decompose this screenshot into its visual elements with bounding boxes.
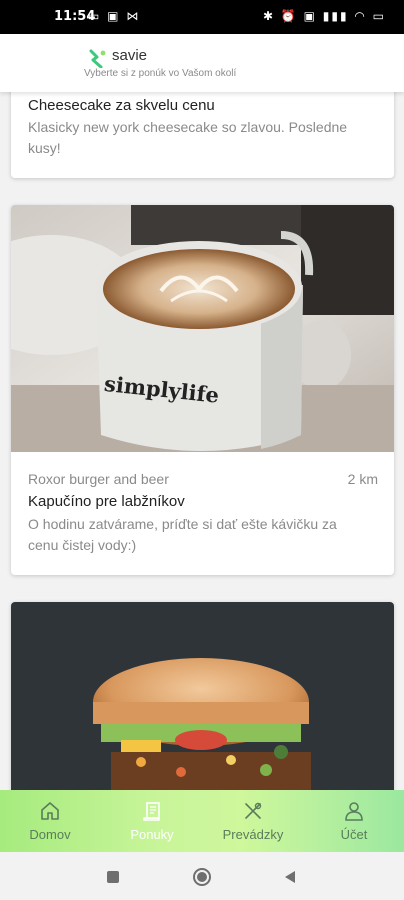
status-bar: 11:54 ▭ ▣ ⋈ ✱ ⏰ ▣ ▮▮▮ ◠ ▭ — [0, 0, 404, 34]
burger-photo — [11, 602, 394, 790]
bottom-navigation: Domov Ponuky Prevádzky Účet — [0, 790, 404, 852]
offer-card[interactable]: simplylife Roxor burger and beer 2 km Ka… — [11, 205, 394, 575]
offer-title: Cheesecake za skvelu cenu — [28, 97, 215, 114]
home-icon — [41, 802, 59, 820]
home-button[interactable] — [193, 868, 211, 886]
nav-offers-label: Ponuky — [130, 827, 174, 842]
offer-description-line2: cenu čistej vody:) — [28, 537, 137, 553]
system-navigation-bar — [0, 852, 404, 900]
distance-label: 2 km — [347, 471, 378, 487]
offer-card[interactable] — [11, 602, 394, 790]
recent-apps-button[interactable] — [107, 871, 119, 883]
offers-feed[interactable]: Cheesecake za skvelu cenu Klasicky new y… — [0, 92, 404, 790]
offer-card[interactable]: Cheesecake za skvelu cenu Klasicky new y… — [11, 92, 394, 178]
nav-restaurants[interactable]: Prevádzky — [213, 790, 293, 852]
restaurant-icon — [245, 802, 262, 819]
savie-logo-icon — [89, 49, 106, 68]
app-subtitle: Vyberte si z ponúk vo Vašom okolí — [84, 68, 237, 79]
nav-restaurants-label: Prevádzky — [222, 827, 284, 842]
merchant-name: Roxor burger and beer — [28, 471, 169, 487]
nav-home[interactable]: Domov — [10, 790, 90, 852]
offer-description-line1: Klasicky new york cheesecake so zlavou. … — [28, 119, 348, 135]
back-button[interactable] — [283, 870, 297, 884]
offers-icon — [143, 802, 160, 821]
notification-icons: ▭ ▣ ⋈ — [88, 9, 141, 23]
nav-home-label: Domov — [29, 827, 71, 842]
nav-account-label: Účet — [340, 827, 368, 842]
nav-offers[interactable]: Ponuky — [112, 790, 192, 852]
offer-description-line1: O hodinu zatvárame, príďte si dať ešte k… — [28, 516, 337, 532]
app-header: savie Vyberte si z ponúk vo Vašom okolí — [0, 34, 404, 92]
offer-description-line2: kusy! — [28, 140, 61, 156]
coffee-cup-photo: simplylife — [11, 205, 394, 452]
offer-title: Kapučíno pre labžníkov — [28, 493, 185, 510]
nav-account[interactable]: Účet — [314, 790, 394, 852]
app-title: savie — [112, 47, 148, 64]
system-icons: ✱ ⏰ ▣ ▮▮▮ ◠ ▭ — [262, 9, 386, 23]
account-icon — [345, 802, 363, 821]
